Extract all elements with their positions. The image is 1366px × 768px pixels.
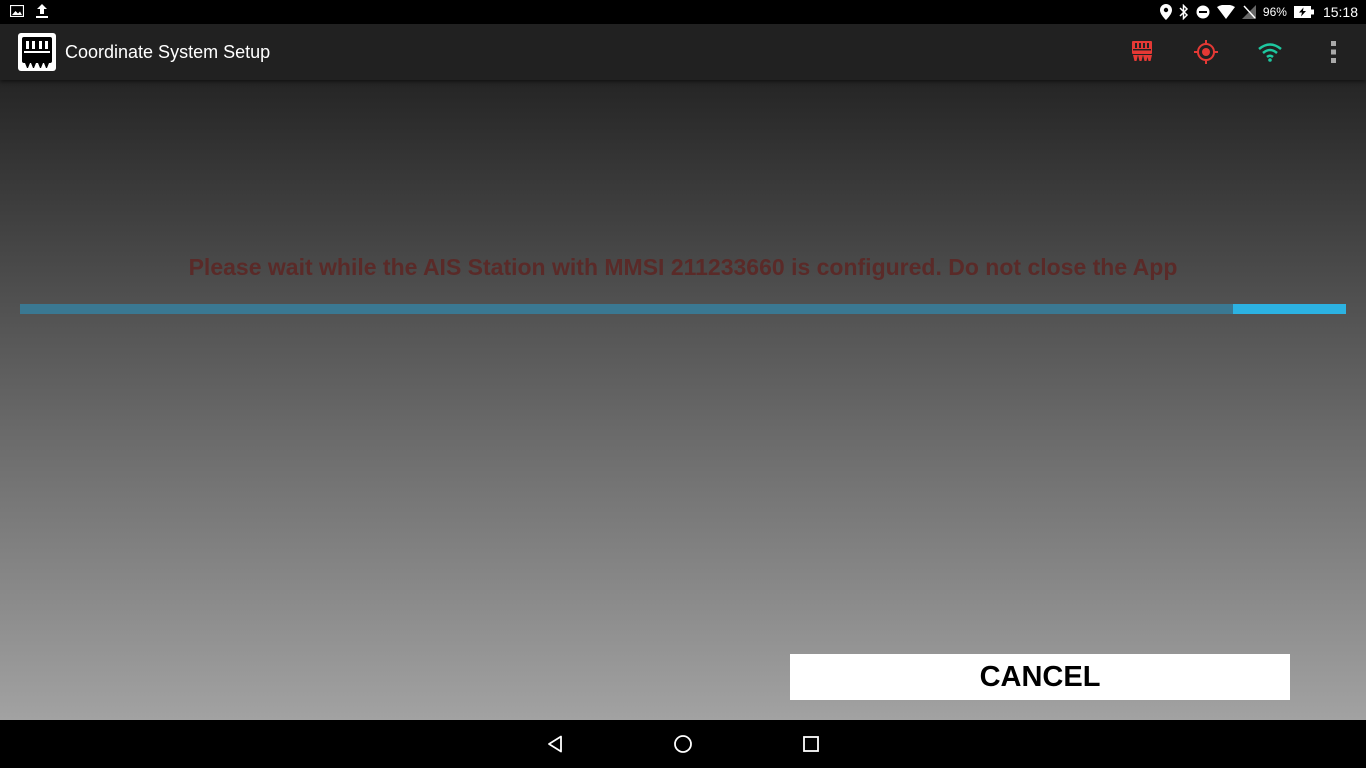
progress-fill bbox=[20, 304, 1234, 314]
wifi-signal-icon bbox=[1216, 5, 1235, 19]
overflow-menu-icon[interactable] bbox=[1318, 36, 1350, 68]
location-icon bbox=[1159, 4, 1172, 20]
bluetooth-icon bbox=[1179, 4, 1189, 20]
app-title: Coordinate System Setup bbox=[65, 42, 271, 62]
app-toolbar: Coordinate System Setup bbox=[0, 24, 1366, 80]
configuration-progress-bar bbox=[20, 304, 1346, 314]
back-icon[interactable] bbox=[543, 732, 567, 756]
clock: 15:18 bbox=[1322, 4, 1358, 20]
status-bar: 96% 15:18 bbox=[0, 0, 1366, 24]
progress-buffer bbox=[1233, 304, 1346, 314]
upload-icon bbox=[36, 3, 48, 19]
do-not-disturb-icon bbox=[1196, 5, 1210, 19]
battery-charging-icon bbox=[1293, 6, 1314, 18]
gps-target-icon[interactable] bbox=[1190, 36, 1222, 68]
connector-icon[interactable] bbox=[1126, 36, 1158, 68]
cancel-button[interactable]: CANCEL bbox=[790, 654, 1290, 700]
battery-percent: 96% bbox=[1262, 5, 1287, 19]
navigation-bar bbox=[0, 720, 1366, 768]
recents-icon[interactable] bbox=[799, 732, 823, 756]
no-sim-icon bbox=[1241, 5, 1256, 19]
home-icon[interactable] bbox=[671, 732, 695, 756]
image-icon bbox=[10, 5, 24, 17]
wait-message: Please wait while the AIS Station with M… bbox=[188, 254, 1178, 280]
app-logo-icon bbox=[18, 33, 56, 71]
wifi-icon[interactable] bbox=[1254, 36, 1286, 68]
main-content: Please wait while the AIS Station with M… bbox=[0, 80, 1366, 720]
